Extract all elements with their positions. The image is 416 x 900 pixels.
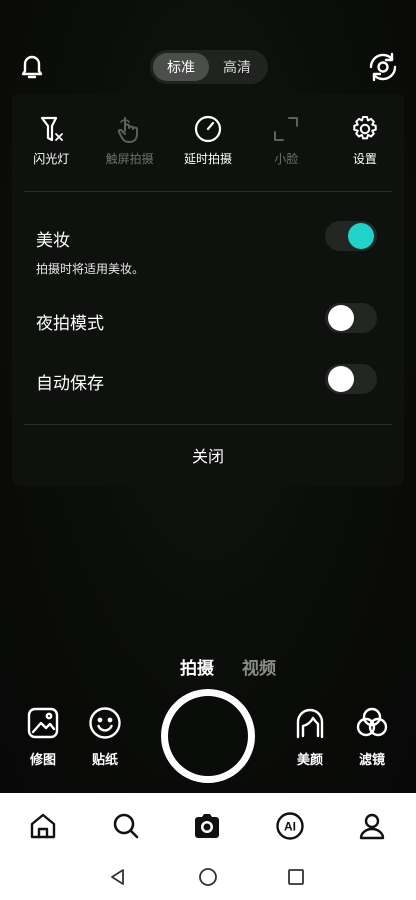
auto-save-toggle[interactable]	[325, 364, 377, 394]
edit-label: 修图	[29, 752, 56, 767]
quality-option-hd[interactable]: 高清	[209, 53, 265, 81]
tool-settings-label: 设置	[352, 152, 377, 166]
home-icon[interactable]	[28, 811, 58, 841]
filter-label: 滤镜	[358, 752, 385, 767]
svg-text:AI: AI	[284, 820, 296, 834]
settings-panel: 闪光灯 触屏拍摄 延时拍摄 小脸 设置 美妆 拍摄时将适用美妆。 夜拍模式 自动…	[12, 94, 404, 486]
image-edit-icon	[26, 706, 60, 740]
tool-timer[interactable]: 延时拍摄	[169, 114, 247, 174]
quality-toggle[interactable]: 标准 高清	[150, 50, 268, 84]
mode-tab-photo[interactable]: 拍摄	[180, 654, 214, 682]
system-back-icon[interactable]	[108, 867, 128, 887]
divider	[24, 424, 392, 425]
auto-save-label: 自动保存	[36, 374, 104, 393]
tool-touch-capture-label: 触屏拍摄	[105, 152, 154, 166]
sticker-button[interactable]: 贴纸	[77, 706, 133, 768]
quality-option-standard[interactable]: 标准	[153, 53, 209, 81]
night-mode-toggle[interactable]	[325, 303, 377, 333]
bottom-nav: AI	[0, 793, 416, 900]
tool-touch-capture[interactable]: 触屏拍摄	[90, 114, 168, 174]
makeup-description: 拍摄时将适用美妆。	[36, 262, 145, 276]
search-icon[interactable]	[111, 811, 141, 841]
tool-settings[interactable]: 设置	[326, 114, 404, 174]
system-home-icon[interactable]	[198, 867, 218, 887]
divider	[24, 191, 392, 192]
toggle-knob	[348, 223, 374, 249]
tool-flash-label: 闪光灯	[33, 152, 70, 166]
profile-icon[interactable]	[357, 811, 387, 841]
beauty-label: 美颜	[296, 752, 323, 767]
face-frame-icon	[271, 114, 301, 144]
switch-camera-icon[interactable]	[366, 50, 400, 84]
edit-button[interactable]: 修图	[15, 706, 71, 768]
touch-hand-icon	[115, 114, 145, 144]
beauty-button[interactable]: 美颜	[282, 706, 338, 768]
gear-icon	[350, 114, 380, 144]
smiley-icon	[88, 706, 122, 740]
mode-tabs: 拍摄 视频	[0, 654, 416, 682]
tool-flash[interactable]: 闪光灯	[12, 114, 90, 174]
filter-button[interactable]: 滤镜	[344, 706, 400, 768]
system-recents-icon[interactable]	[286, 867, 306, 887]
filter-circles-icon	[355, 706, 389, 740]
bell-icon[interactable]	[16, 50, 48, 82]
face-beauty-icon	[293, 706, 327, 740]
tool-small-face[interactable]: 小脸	[247, 114, 325, 174]
close-panel-button[interactable]: 关闭	[12, 430, 404, 480]
ai-icon[interactable]: AI	[275, 811, 305, 841]
night-mode-label: 夜拍模式	[36, 314, 104, 333]
flash-off-icon	[36, 114, 66, 144]
makeup-toggle[interactable]	[325, 221, 377, 251]
timer-icon	[193, 114, 223, 144]
tool-small-face-label: 小脸	[274, 152, 299, 166]
tool-timer-label: 延时拍摄	[184, 152, 233, 166]
toggle-knob	[328, 366, 354, 392]
sticker-label: 贴纸	[91, 752, 118, 767]
toggle-knob	[328, 305, 354, 331]
makeup-label: 美妆	[36, 231, 70, 250]
shutter-button[interactable]	[161, 689, 255, 783]
camera-icon[interactable]	[192, 811, 222, 841]
mode-tab-video[interactable]: 视频	[242, 654, 276, 682]
